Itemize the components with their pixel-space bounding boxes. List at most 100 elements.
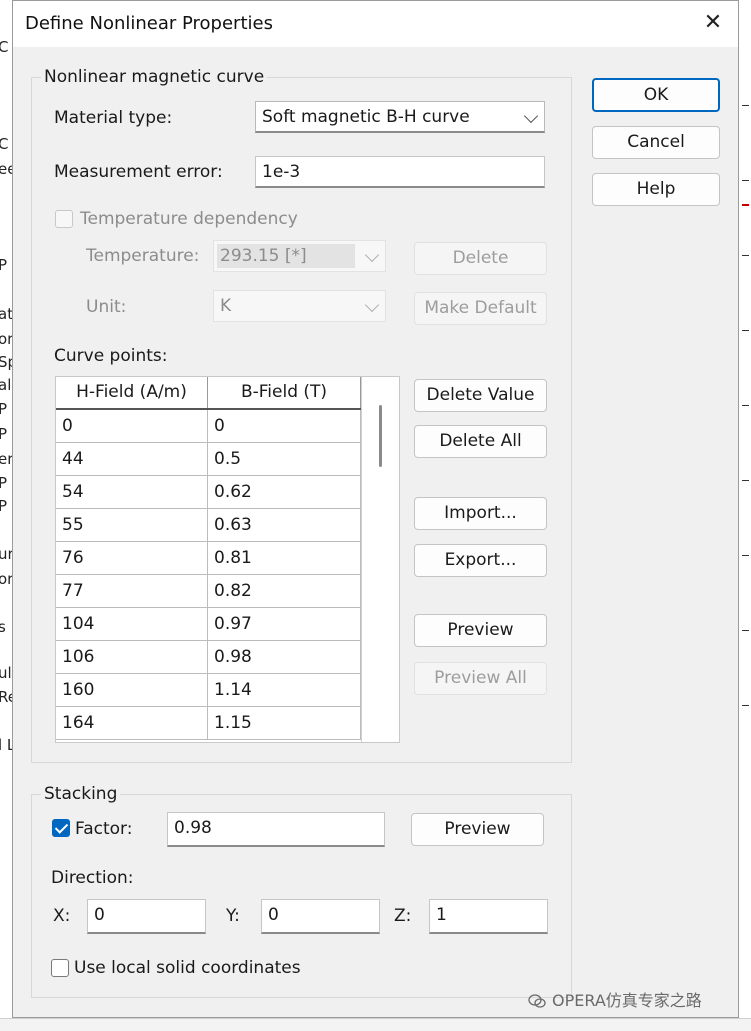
unit-dropdown[interactable]: K [213,290,386,322]
stacking-group-label: Stacking [41,784,121,804]
bg-axis-tick [742,705,749,706]
bg-fragment: C [0,135,8,153]
delete-all-button[interactable]: Delete All [414,425,547,458]
chevron-down-icon [523,108,539,124]
table-row[interactable]: 76 0.81 [56,542,361,575]
bg-axis-tick [742,105,749,106]
column-header-b-field[interactable]: B-Field (T) [208,377,361,408]
table-row[interactable]: 0 0 [56,410,361,443]
table-row[interactable]: 106 0.98 [56,641,361,674]
cancel-button[interactable]: Cancel [592,126,720,159]
bg-fragment: P [0,400,7,418]
factor-input[interactable]: 0.98 [167,812,385,847]
delete-temperature-button[interactable]: Delete [414,242,547,275]
bg-axis-tick [742,555,749,556]
title-bar: Define Nonlinear Properties ✕ [13,1,738,47]
curve-points-label: Curve points: [54,346,168,366]
chevron-down-icon [364,297,380,313]
h-field-cell[interactable]: 164 [56,707,208,739]
b-field-cell[interactable]: 0.62 [208,476,361,508]
direction-y-input[interactable]: 0 [261,899,380,934]
h-field-cell[interactable]: 44 [56,443,208,475]
factor-value: 0.98 [174,818,212,838]
h-field-cell[interactable]: 77 [56,575,208,607]
temperature-dropdown[interactable]: 293.15 [*] [213,240,386,272]
b-field-cell[interactable]: 1.14 [208,674,361,706]
column-header-h-field[interactable]: H-Field (A/m) [56,377,208,408]
measurement-error-input[interactable]: 1e-3 [255,156,545,188]
h-field-cell[interactable]: 55 [56,509,208,541]
table-row[interactable]: 54 0.62 [56,476,361,509]
background-app-bottom [0,1018,751,1031]
bg-axis-tick [742,480,749,481]
temperature-dependency-checkbox[interactable] [55,210,73,228]
b-field-cell[interactable]: 0.81 [208,542,361,574]
h-field-cell[interactable]: 76 [56,542,208,574]
local-coordinates-checkbox[interactable] [51,959,69,977]
table-row[interactable]: 77 0.82 [56,575,361,608]
bg-curve-mark [742,204,749,206]
table-header: H-Field (A/m) B-Field (T) [56,377,361,410]
b-field-cell[interactable]: 1.15 [208,707,361,739]
table-row[interactable]: 55 0.63 [56,509,361,542]
h-field-cell[interactable]: 106 [56,641,208,673]
b-field-cell[interactable]: 0.63 [208,509,361,541]
background-app-right [740,0,751,1030]
preview-curve-button[interactable]: Preview [414,614,547,647]
bg-fragment: C [0,38,8,56]
b-field-cell[interactable]: 0 [208,410,361,442]
unit-label: Unit: [86,297,127,317]
direction-x-input[interactable]: 0 [87,899,206,934]
chevron-down-icon [364,247,380,263]
bg-axis-tick [742,630,749,631]
factor-label: Factor: [75,819,133,839]
make-default-button[interactable]: Make Default [414,292,547,325]
x-label: X: [53,906,71,926]
h-field-cell[interactable]: 104 [56,608,208,640]
delete-value-button[interactable]: Delete Value [414,379,547,412]
preview-all-button[interactable]: Preview All [414,662,547,695]
ok-button[interactable]: OK [592,78,720,112]
measurement-error-value: 1e-3 [262,162,301,182]
local-coordinates-label: Use local solid coordinates [74,958,301,978]
measurement-error-label: Measurement error: [54,162,223,182]
table-row[interactable]: 160 1.14 [56,674,361,707]
z-label: Z: [394,906,412,926]
table-row[interactable]: 44 0.5 [56,443,361,476]
table-scrollbar[interactable] [361,377,399,742]
y-label: Y: [226,906,240,926]
bg-axis-tick [742,180,749,181]
table-row[interactable]: 104 0.97 [56,608,361,641]
import-button[interactable]: Import... [414,497,547,530]
bg-axis-tick [742,255,749,256]
watermark: OPERA仿真专家之路 [528,987,702,1011]
bg-fragment: P [0,425,7,443]
h-field-cell[interactable]: 54 [56,476,208,508]
bg-fragment: P [0,474,7,492]
bg-fragment: P [0,256,7,274]
temperature-dependency-label: Temperature dependency [80,209,298,229]
define-nonlinear-properties-dialog: Define Nonlinear Properties ✕ Nonlinear … [12,0,739,1018]
material-type-label: Material type: [54,108,173,128]
table-row[interactable]: 164 1.15 [56,707,361,740]
export-button[interactable]: Export... [414,544,547,577]
bg-axis-tick [742,405,749,406]
stacking-preview-button[interactable]: Preview [411,813,544,846]
b-field-cell[interactable]: 0.82 [208,575,361,607]
b-field-cell[interactable]: 0.97 [208,608,361,640]
scrollbar-thumb[interactable] [379,405,382,467]
h-field-cell[interactable]: 160 [56,674,208,706]
factor-checkbox[interactable] [52,819,70,837]
h-field-cell[interactable]: 0 [56,410,208,442]
bg-fragment: P [0,497,7,515]
b-field-cell[interactable]: 0.98 [208,641,361,673]
temperature-value: 293.15 [*] [220,246,307,266]
material-type-dropdown[interactable]: Soft magnetic B-H curve [255,101,545,133]
bg-fragment: s [0,618,6,636]
close-icon[interactable]: ✕ [700,9,726,37]
curve-points-table[interactable]: H-Field (A/m) B-Field (T) 0 0 44 0.5 54 … [55,376,400,743]
help-button[interactable]: Help [592,173,720,206]
direction-z-input[interactable]: 1 [429,899,548,934]
b-field-cell[interactable]: 0.5 [208,443,361,475]
direction-label: Direction: [51,868,134,888]
